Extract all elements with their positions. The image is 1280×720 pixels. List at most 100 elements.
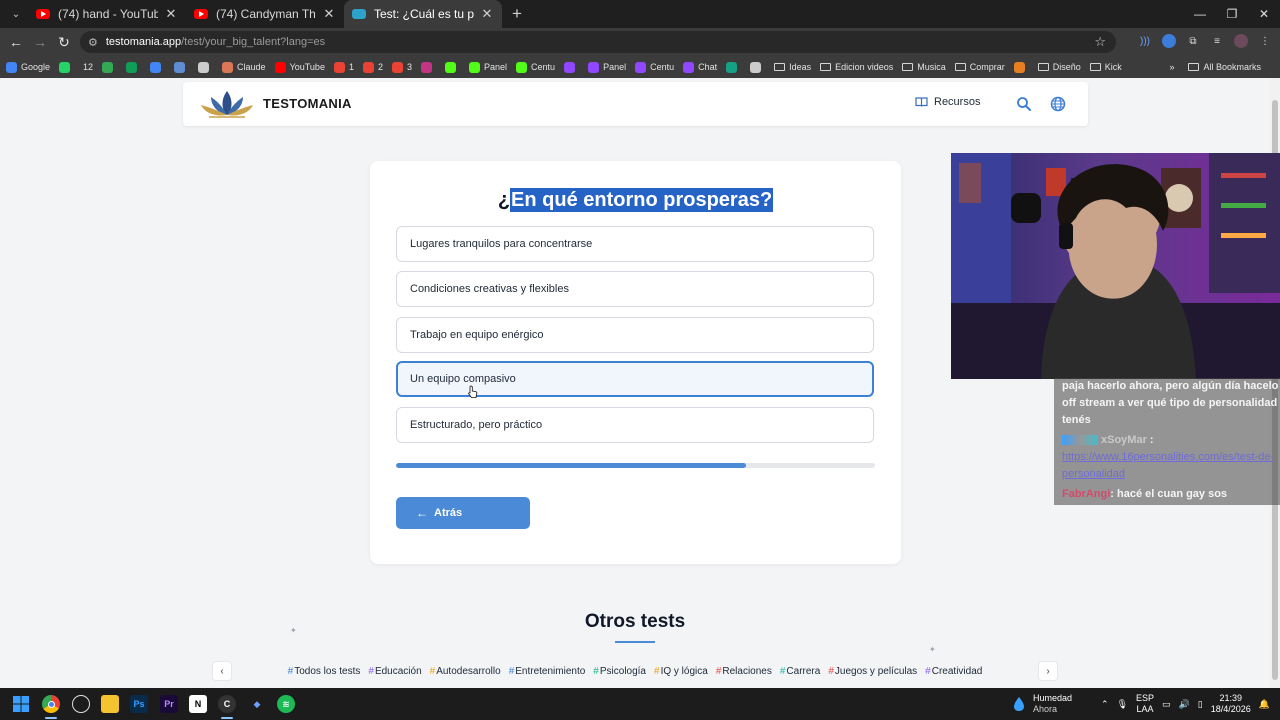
new-tab-button[interactable]: + (512, 4, 522, 24)
bookmark-item[interactable] (126, 61, 141, 73)
answer-option[interactable]: Lugares tranquilos para concentrarse (396, 226, 874, 262)
chat-link[interactable]: https://www.16personalities.com/es/test-… (1062, 449, 1280, 483)
resources-link[interactable]: Recursos (915, 96, 980, 108)
extension-icon (1013, 61, 1025, 73)
bookmark-item[interactable]: Chat (683, 61, 717, 73)
bookmark-item[interactable] (750, 61, 765, 73)
windows-start-icon[interactable] (12, 695, 30, 713)
premiere-icon[interactable]: Pr (160, 695, 178, 713)
bookmark-item[interactable]: 3 (391, 61, 412, 73)
reload-icon[interactable]: ↻ (52, 34, 76, 51)
bookmark-item[interactable] (564, 61, 579, 73)
obs-icon[interactable] (72, 695, 90, 713)
bookmark-item[interactable]: Edicion videos (820, 62, 893, 72)
profile-avatar[interactable] (1234, 34, 1248, 48)
battery-icon[interactable]: ▯ (1198, 699, 1203, 710)
browser-tab[interactable]: Test: ¿Cuál es tu principal talen ✕ (344, 0, 502, 28)
back-nav-icon[interactable]: ← (4, 34, 28, 50)
search-icon[interactable] (1016, 96, 1032, 112)
chevron-up-icon[interactable]: ⌃ (1101, 699, 1109, 710)
category-link[interactable]: #Entretenimiento (509, 666, 586, 677)
extension-wave-icon[interactable]: ))) (1138, 34, 1152, 48)
bookmark-item[interactable]: Diseño (1037, 62, 1081, 72)
bookmark-item[interactable]: Kick (1089, 62, 1122, 72)
bookmark-item[interactable] (1013, 61, 1029, 73)
notifications-bell-icon[interactable]: 🔔 (1259, 699, 1270, 710)
extension-blue-icon[interactable] (1162, 34, 1176, 48)
category-link[interactable]: #Juegos y películas (828, 666, 917, 677)
tab-close-icon[interactable]: ✕ (322, 6, 336, 22)
category-link[interactable]: #IQ y lógica (654, 666, 708, 677)
restore-icon[interactable]: ❐ (1216, 0, 1248, 28)
minimize-icon[interactable]: — (1184, 0, 1216, 28)
category-link[interactable]: #Relaciones (716, 666, 772, 677)
clock[interactable]: 21:39 18/4/2026 (1211, 693, 1251, 715)
bookmark-star-icon[interactable]: ☆ (1094, 34, 1106, 50)
answer-option[interactable]: Trabajo en equipo enérgico (396, 317, 874, 353)
bookmark-item[interactable] (59, 61, 74, 73)
more-bookmarks-icon[interactable]: » (1169, 62, 1174, 72)
bookmark-item[interactable]: 12 (83, 62, 93, 72)
bookmark-item[interactable]: 1 (333, 61, 354, 73)
category-link[interactable]: #Psicología (593, 666, 646, 677)
all-bookmarks-folder[interactable]: All Bookmarks (1188, 62, 1261, 72)
browser-tab[interactable]: (74) Candyman Theme (Musica ✕ (186, 0, 344, 28)
bookmark-item[interactable] (421, 61, 436, 73)
bookmark-item[interactable]: Ideas (774, 62, 811, 72)
capcut-icon[interactable]: C (218, 695, 236, 713)
close-window-icon[interactable]: ✕ (1248, 0, 1280, 28)
media-controls-icon[interactable]: ≡ (1210, 34, 1224, 48)
file-explorer-icon[interactable] (101, 695, 119, 713)
bookmark-label: Centu (531, 62, 556, 72)
tab-close-icon[interactable]: ✕ (480, 6, 494, 22)
category-link[interactable]: #Todos los tests (288, 666, 361, 677)
folder-icon (1089, 63, 1101, 71)
address-bar[interactable]: ⚙ testomania.app/test/your_big_talent?la… (80, 31, 1116, 53)
browser-tab[interactable]: (74) hand - YouTube ✕ (28, 0, 186, 28)
volume-icon[interactable]: 🔊 (1179, 699, 1190, 710)
bookmark-item[interactable]: YouTube (274, 61, 325, 73)
bookmark-item[interactable] (102, 61, 117, 73)
microphone-icon[interactable]: 🎙 (1117, 699, 1128, 710)
network-icon[interactable]: ▭ (1162, 699, 1171, 710)
extensions-puzzle-icon[interactable]: ⧉ (1186, 34, 1200, 48)
site-info-icon[interactable]: ⚙ (88, 36, 98, 49)
bookmark-item[interactable]: Google (6, 61, 50, 73)
app-diamond-icon[interactable]: ◆ (248, 695, 266, 713)
category-link[interactable]: #Educación (368, 666, 421, 677)
language-globe-icon[interactable] (1050, 96, 1066, 112)
bookmark-item[interactable] (726, 61, 741, 73)
category-link[interactable]: #Carrera (780, 666, 820, 677)
chrome-icon[interactable] (42, 695, 60, 713)
weather-widget[interactable]: Humedad Ahora (1013, 693, 1072, 715)
bookmark-item[interactable] (198, 61, 213, 73)
bookmark-item[interactable]: Centu (635, 61, 674, 73)
tab-close-icon[interactable]: ✕ (164, 6, 178, 22)
answer-option[interactable]: Condiciones creativas y flexibles (396, 271, 874, 307)
bookmark-item[interactable]: Claude (222, 61, 266, 73)
bookmark-item[interactable]: Musica (902, 62, 946, 72)
chevron-right-icon[interactable]: › (1038, 661, 1058, 681)
tab-search-icon[interactable]: ⌄ (4, 4, 28, 24)
spotify-icon[interactable]: ≋ (277, 695, 295, 713)
lotus-logo-icon[interactable] (199, 89, 255, 119)
bookmark-item[interactable] (174, 61, 189, 73)
browser-menu-icon[interactable]: ⋮ (1258, 34, 1272, 48)
forward-nav-icon[interactable]: → (28, 34, 52, 50)
photoshop-icon[interactable]: Ps (130, 695, 148, 713)
category-link[interactable]: #Autodesarrollo (430, 666, 501, 677)
notion-icon[interactable]: N (189, 695, 207, 713)
bookmark-item[interactable]: Comprar (954, 62, 1005, 72)
chevron-left-icon[interactable]: ‹ (212, 661, 232, 681)
bookmark-item[interactable] (150, 61, 165, 73)
bookmark-item[interactable]: 2 (362, 61, 383, 73)
bookmark-item[interactable]: Panel (469, 61, 507, 73)
category-link[interactable]: #Creatividad (925, 666, 982, 677)
answer-option[interactable]: Estructurado, pero práctico (396, 407, 874, 443)
bookmark-item[interactable] (445, 61, 460, 73)
brand-name[interactable]: TESTOMANIA (263, 96, 352, 111)
bookmark-item[interactable]: Centu (516, 61, 556, 73)
bookmark-item[interactable]: Panel (588, 61, 626, 73)
back-button[interactable]: ← Atrás (396, 497, 530, 529)
language-indicator[interactable]: ESP LAA (1136, 693, 1154, 715)
